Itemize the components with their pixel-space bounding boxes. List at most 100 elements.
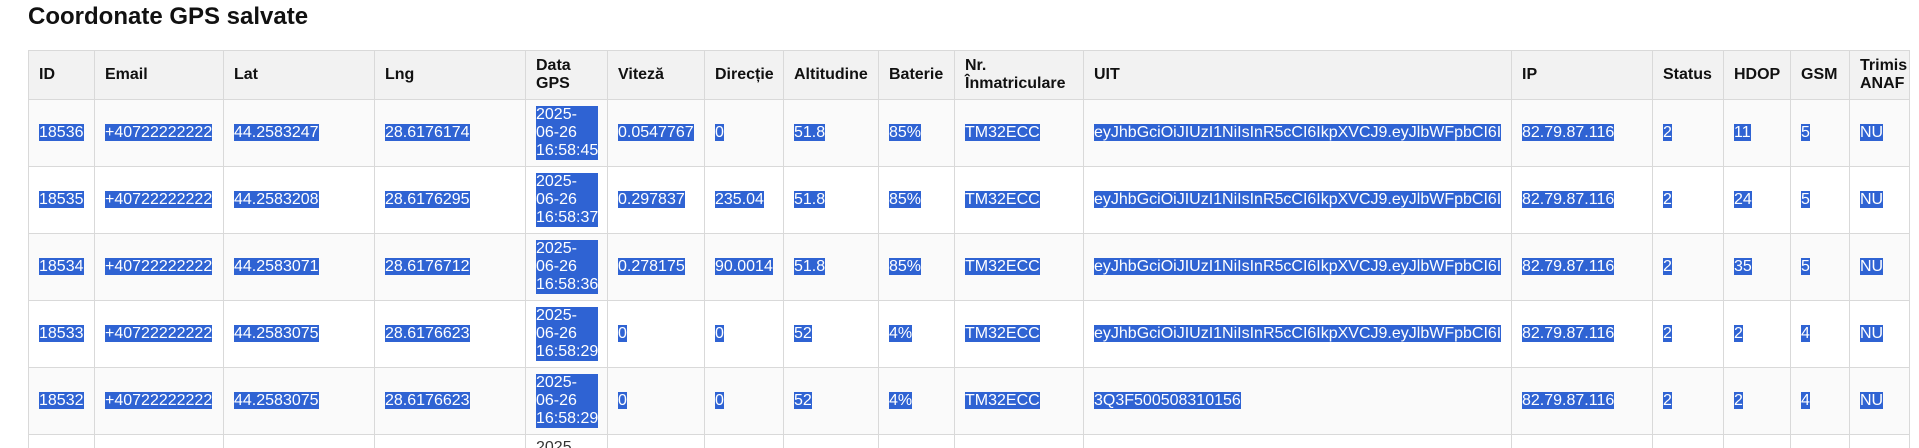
cell-email: +40722222222 — [94, 367, 224, 435]
cell-text: 0 — [715, 325, 724, 342]
col-header-status[interactable]: Status — [1652, 50, 1724, 100]
table-row-partial[interactable]: 2025 — [28, 434, 1910, 448]
cell-text: 85% — [889, 258, 922, 275]
col-header-gsm[interactable]: GSM — [1790, 50, 1850, 100]
cell-text: 4 — [1801, 392, 1810, 409]
cell-text: 2025-06-26 16:58:29 — [536, 374, 599, 428]
cell-text: 18534 — [39, 258, 84, 275]
table-container[interactable]: ID Email Lat Lng Data GPS Viteză Direcți… — [28, 50, 1919, 448]
col-header-ip[interactable]: IP — [1511, 50, 1653, 100]
col-header-id[interactable]: ID — [28, 50, 95, 100]
cell-text: 28.6176712 — [385, 258, 470, 275]
cell-ip — [1511, 434, 1653, 448]
cell-viteza: 0.297837 — [607, 166, 705, 234]
cell-text: eyJhbGciOiJIUzI1NiIsInR5cCI6IkpXVCJ9.eyJ… — [1094, 124, 1502, 141]
cell-hdop: 2 — [1723, 300, 1791, 368]
cell-altitudine: 51.8 — [783, 99, 879, 167]
cell-data-gps: 2025-06-26 16:58:29 — [525, 300, 608, 368]
cell-text: 35 — [1734, 258, 1752, 275]
cell-altitudine: 51.8 — [783, 233, 879, 301]
table-row[interactable]: 18536 +40722222222 44.2583247 28.6176174 202… — [28, 99, 1910, 167]
cell-hdop: 35 — [1723, 233, 1791, 301]
cell-text: 51.8 — [794, 191, 826, 208]
table-row[interactable]: 18533 +40722222222 44.2583075 28.6176623 202… — [28, 300, 1910, 368]
col-header-hdop[interactable]: HDOP — [1723, 50, 1791, 100]
col-header-directie[interactable]: Direcție — [704, 50, 784, 100]
col-header-nr-inmatriculare[interactable]: Nr. Înmatriculare — [954, 50, 1084, 100]
cell-lat: 44.2583247 — [223, 99, 375, 167]
cell-text: 5 — [1801, 258, 1810, 275]
cell-lng: 28.6176712 — [374, 233, 526, 301]
cell-ip: 82.79.87.116 — [1511, 166, 1653, 234]
cell-uit: 3Q3F500508310156 — [1083, 367, 1512, 435]
col-header-trimis-anaf[interactable]: Trimis ANAF — [1849, 50, 1910, 100]
cell-directie: 90.0014 — [704, 233, 784, 301]
cell-lat: 44.2583075 — [223, 300, 375, 368]
col-header-altitudine[interactable]: Altitudine — [783, 50, 879, 100]
cell-text: 4% — [889, 392, 913, 409]
cell-nr-inmatriculare — [954, 434, 1084, 448]
cell-nr-inmatriculare: TM32ECC — [954, 233, 1084, 301]
cell-id: 18534 — [28, 233, 95, 301]
cell-trimis-anaf: NU — [1849, 99, 1910, 167]
cell-hdop: 2 — [1723, 367, 1791, 435]
cell-text: 2 — [1734, 325, 1743, 342]
gps-table: ID Email Lat Lng Data GPS Viteză Direcți… — [28, 50, 1910, 448]
cell-status — [1652, 434, 1724, 448]
cell-uit: eyJhbGciOiJIUzI1NiIsInR5cCI6IkpXVCJ9.eyJ… — [1083, 233, 1512, 301]
cell-text: NU — [1860, 258, 1884, 275]
cell-text: 85% — [889, 124, 922, 141]
cell-text: 0.297837 — [618, 191, 685, 208]
cell-text: 85% — [889, 191, 922, 208]
cell-text: +40722222222 — [105, 392, 213, 409]
col-header-lat[interactable]: Lat — [223, 50, 375, 100]
col-header-email[interactable]: Email — [94, 50, 224, 100]
cell-text: 28.6176295 — [385, 191, 470, 208]
cell-trimis-anaf: NU — [1849, 300, 1910, 368]
cell-text: 2025-06-26 16:58:45 — [536, 106, 599, 160]
cell-viteza: 0 — [607, 300, 705, 368]
table-row[interactable]: 18535 +40722222222 44.2583208 28.6176295 202… — [28, 166, 1910, 234]
cell-status: 2 — [1652, 300, 1724, 368]
cell-viteza: 0 — [607, 367, 705, 435]
table-row[interactable]: 18534 +40722222222 44.2583071 28.6176712 202… — [28, 233, 1910, 301]
cell-nr-inmatriculare: TM32ECC — [954, 166, 1084, 234]
cell-trimis-anaf: NU — [1849, 233, 1910, 301]
cell-text: 4% — [889, 325, 913, 342]
cell-gsm: 5 — [1790, 166, 1850, 234]
cell-lng — [374, 434, 526, 448]
table-header-row: ID Email Lat Lng Data GPS Viteză Direcți… — [28, 50, 1910, 100]
cell-text: 82.79.87.116 — [1522, 258, 1615, 275]
col-header-uit[interactable]: UIT — [1083, 50, 1512, 100]
cell-text: 235.04 — [715, 191, 764, 208]
col-header-viteza[interactable]: Viteză — [607, 50, 705, 100]
cell-text: 52 — [794, 325, 812, 342]
table-row[interactable]: 18532 +40722222222 44.2583075 28.6176623 202… — [28, 367, 1910, 435]
cell-text: TM32ECC — [965, 258, 1040, 275]
cell-text: 3Q3F500508310156 — [1094, 392, 1241, 409]
cell-text: +40722222222 — [105, 258, 213, 275]
col-header-baterie[interactable]: Baterie — [878, 50, 955, 100]
cell-text: 0.278175 — [618, 258, 685, 275]
cell-email — [94, 434, 224, 448]
cell-id — [28, 434, 95, 448]
cell-ip: 82.79.87.116 — [1511, 99, 1653, 167]
cell-nr-inmatriculare: TM32ECC — [954, 99, 1084, 167]
cell-text: 44.2583075 — [234, 325, 319, 342]
cell-text: NU — [1860, 191, 1884, 208]
cell-text: 18532 — [39, 392, 84, 409]
cell-text: TM32ECC — [965, 325, 1040, 342]
cell-altitudine — [783, 434, 879, 448]
cell-text: NU — [1860, 392, 1884, 409]
cell-altitudine: 52 — [783, 367, 879, 435]
cell-text: 52 — [794, 392, 812, 409]
cell-text: 44.2583247 — [234, 124, 319, 141]
col-header-lng[interactable]: Lng — [374, 50, 526, 100]
cell-lng: 28.6176623 — [374, 300, 526, 368]
cell-text: 82.79.87.116 — [1522, 124, 1615, 141]
cell-text: +40722222222 — [105, 325, 213, 342]
col-header-data-gps[interactable]: Data GPS — [525, 50, 608, 100]
cell-text: 51.8 — [794, 258, 826, 275]
cell-altitudine: 51.8 — [783, 166, 879, 234]
cell-text: 2025-06-26 16:58:37 — [536, 173, 599, 227]
